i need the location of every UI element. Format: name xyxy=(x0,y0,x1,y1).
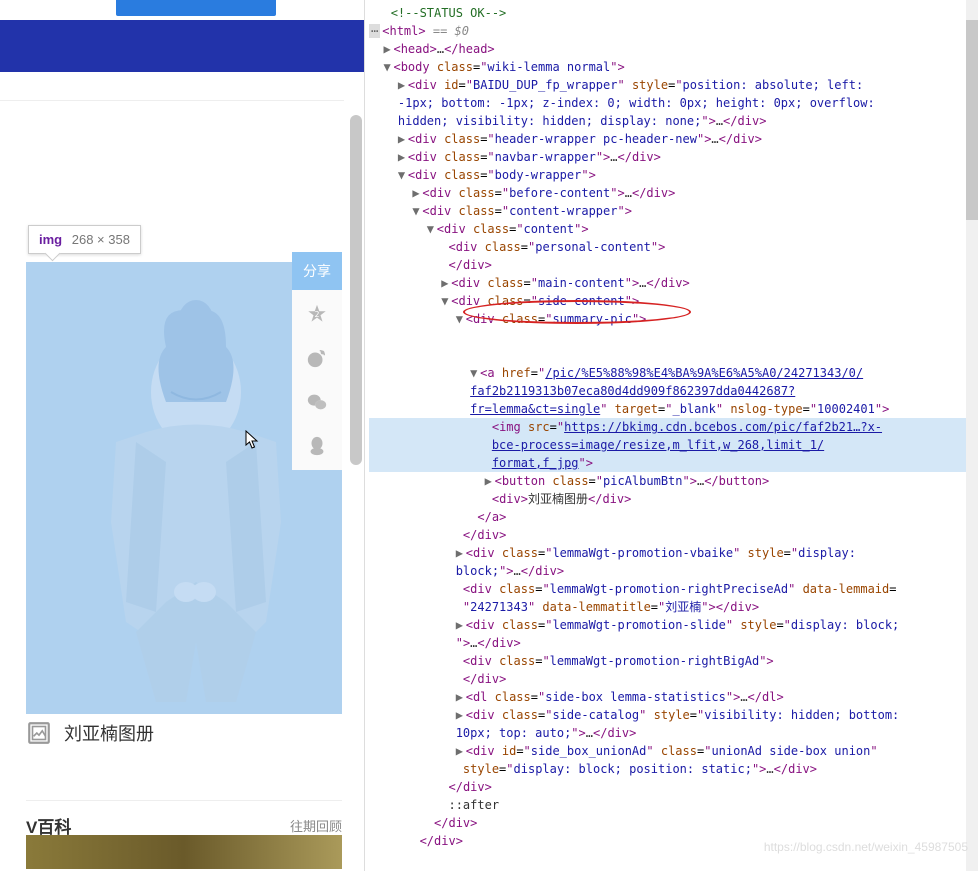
code-line[interactable]: ▶<dl class="side-box lemma-statistics">…… xyxy=(369,688,978,706)
code-line[interactable]: ▶<head>…</head> xyxy=(369,40,978,58)
code-line[interactable]: ">…</div> xyxy=(369,634,978,652)
code-line[interactable]: ▶<div class="lemmaWgt-promotion-vbaike" … xyxy=(369,544,978,562)
code-line[interactable]: ▼<div class="body-wrapper"> xyxy=(369,166,978,184)
code-line[interactable]: ▶<button class="picAlbumBtn">…</button> xyxy=(369,472,978,490)
code-line[interactable]: ⋯<html> == $0 xyxy=(369,22,978,40)
tooltip-tag: img xyxy=(39,232,62,247)
divider xyxy=(0,100,344,101)
page-header xyxy=(0,20,364,72)
album-label: 刘亚楠图册 xyxy=(64,720,154,746)
code-line[interactable]: 10px; top: auto;">…</div> xyxy=(369,724,978,742)
wechat-icon[interactable] xyxy=(305,390,329,414)
code-line[interactable]: style="display: block; position: static;… xyxy=(369,760,978,778)
qq-icon[interactable] xyxy=(305,434,329,458)
album-row[interactable]: 刘亚楠图册 xyxy=(26,720,154,746)
code-line[interactable]: </div> xyxy=(369,526,978,544)
code-line[interactable]: ▶<div id="side_box_unionAd" class="union… xyxy=(369,742,978,760)
code-line[interactable]: <div>刘亚楠图册</div> xyxy=(369,490,978,508)
code-line[interactable]: hidden; visibility: hidden; display: non… xyxy=(369,112,978,130)
code-line[interactable]: ▼<div class="side-content"> xyxy=(369,292,978,310)
dom-tree[interactable]: <!--STATUS OK--> ⋯<html> == $0 ▶<head>…<… xyxy=(365,0,978,854)
share-label: 分享 xyxy=(303,261,331,281)
code-line[interactable]: </div> xyxy=(369,670,978,688)
code-line[interactable]: -1px; bottom: -1px; z-index: 0; width: 0… xyxy=(369,94,978,112)
vertical-scrollbar[interactable] xyxy=(350,115,362,465)
code-line[interactable]: <div class="lemmaWgt-promotion-rightPrec… xyxy=(369,580,978,598)
code-line[interactable]: ▶<div class="main-content">…</div> xyxy=(369,274,978,292)
expand-arrow-icon[interactable]: ▶ xyxy=(383,40,393,58)
code-line[interactable]: ▼<div class="summary-pic"> xyxy=(369,310,978,364)
code-line[interactable]: ▶<div class="navbar-wrapper">…</div> xyxy=(369,148,978,166)
code-line-selected[interactable]: <img src="https://bkimg.cdn.bcebos.com/p… xyxy=(369,418,978,436)
code-line[interactable]: </div> xyxy=(369,256,978,274)
page-preview-panel: img 268 × 358 分享 2 xyxy=(0,0,365,871)
mouse-cursor xyxy=(245,430,261,450)
share-button[interactable]: 分享 xyxy=(292,252,342,290)
code-line-selected[interactable]: format,f_jpg"> xyxy=(369,454,978,472)
overflow-dots-icon[interactable]: ⋯ xyxy=(369,24,380,38)
code-line[interactable]: ▼<div class="content"> xyxy=(369,220,978,238)
code-line[interactable]: </div> xyxy=(369,814,978,832)
code-line[interactable]: "24271343" data-lemmatitle="刘亚楠"></div> xyxy=(369,598,978,616)
code-line[interactable]: </a> xyxy=(369,508,978,526)
code-line[interactable]: ▶<div class="lemmaWgt-promotion-slide" s… xyxy=(369,616,978,634)
watermark-text: https://blog.csdn.net/weixin_45987505 xyxy=(764,838,968,856)
code-line[interactable]: ▶<div class="before-content">…</div> xyxy=(369,184,978,202)
code-line[interactable]: <!--STATUS OK--> xyxy=(369,4,978,22)
code-line[interactable]: ▼<a href="/pic/%E5%88%98%E4%BA%9A%E6%A5%… xyxy=(369,364,978,382)
collapse-arrow-icon[interactable]: ▼ xyxy=(383,58,393,76)
devtools-elements-panel: <!--STATUS OK--> ⋯<html> == $0 ▶<head>…<… xyxy=(365,0,978,871)
vwiki-section: V百科 往期回顾 xyxy=(26,800,342,838)
gallery-icon xyxy=(26,720,52,746)
code-line[interactable]: ▶<div class="header-wrapper pc-header-ne… xyxy=(369,130,978,148)
code-line[interactable]: ▶<div class="side-catalog" style="visibi… xyxy=(369,706,978,724)
code-line[interactable]: ▼<div class="content-wrapper"> xyxy=(369,202,978,220)
inspect-tooltip: img 268 × 358 xyxy=(28,225,141,254)
share-icon-list: 2 xyxy=(292,290,342,470)
star-icon[interactable]: 2 xyxy=(305,302,329,326)
code-line[interactable]: ▶<div id="BAIDU_DUP_fp_wrapper" style="p… xyxy=(369,76,978,94)
code-line[interactable]: ::after xyxy=(369,796,978,814)
code-line[interactable]: ▼<body class="wiki-lemma normal"> xyxy=(369,58,978,76)
code-line-selected[interactable]: bce-process=image/resize,m_lfit,w_268,li… xyxy=(369,436,978,454)
code-line[interactable]: <div class="lemmaWgt-promotion-rightBigA… xyxy=(369,652,978,670)
svg-text:2: 2 xyxy=(315,309,320,319)
search-button[interactable] xyxy=(116,0,276,16)
vwiki-more-link[interactable]: 往期回顾 xyxy=(290,816,342,835)
code-line[interactable]: block;">…</div> xyxy=(369,562,978,580)
vwiki-thumbnail[interactable] xyxy=(26,835,342,869)
code-line[interactable]: fr=lemma&ct=single" target="_blank" nslo… xyxy=(369,400,978,418)
weibo-icon[interactable] xyxy=(305,346,329,370)
tooltip-dimensions: 268 × 358 xyxy=(72,232,130,247)
code-line[interactable]: <div class="personal-content"> xyxy=(369,238,978,256)
code-line[interactable]: </div> xyxy=(369,778,978,796)
devtools-scrollbar[interactable] xyxy=(966,0,978,871)
code-line[interactable]: faf2b2119313b07eca80d4dd909f862397dda044… xyxy=(369,382,978,400)
